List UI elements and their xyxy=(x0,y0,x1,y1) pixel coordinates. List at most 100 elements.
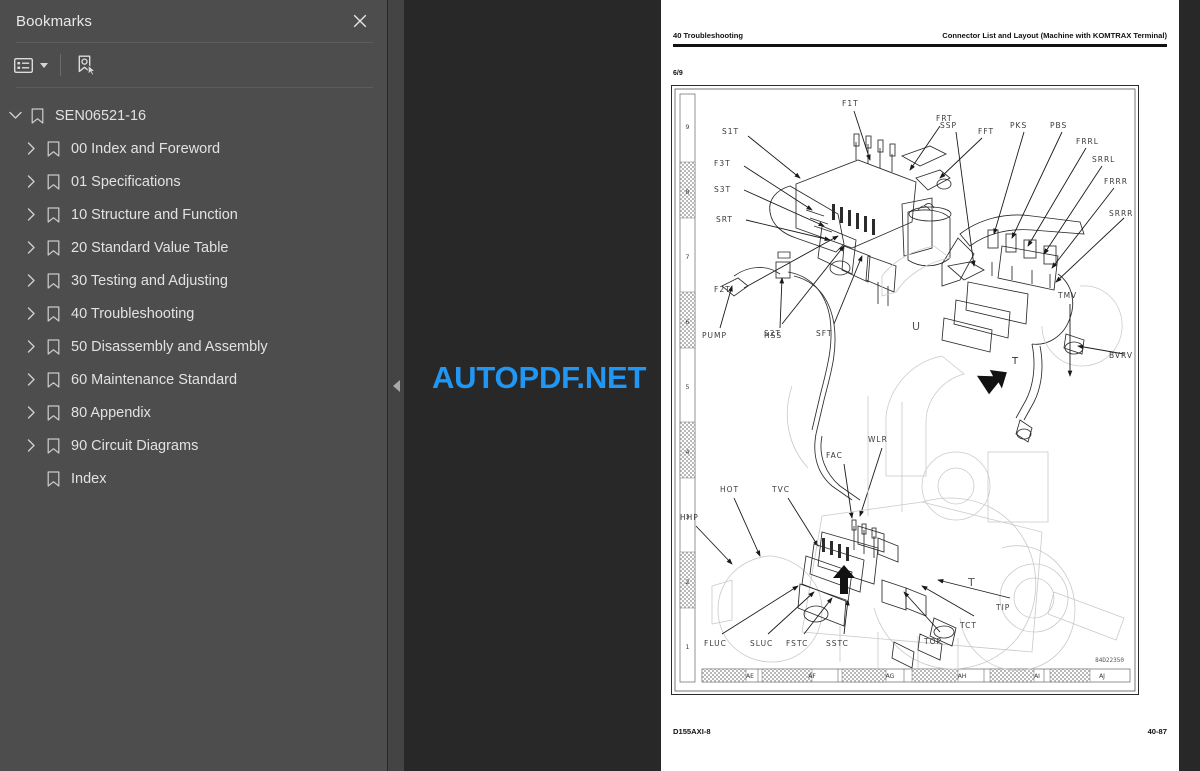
edge-ruler: 9 8 7 6 5 4 3 2 1 xyxy=(679,93,696,683)
bookmark-item-80-appendix[interactable]: 80 Appendix xyxy=(0,396,387,429)
list-options-icon xyxy=(14,57,33,73)
chevron-right-icon[interactable] xyxy=(20,142,42,155)
arrow-t-marker xyxy=(976,370,1007,395)
bookmark-item-00-index-and-foreword[interactable]: 00 Index and Foreword xyxy=(0,132,387,165)
bookmarks-toolbar xyxy=(0,43,387,87)
pdf-page: 40 Troubleshooting Connector List and La… xyxy=(661,0,1179,771)
svg-text:6: 6 xyxy=(685,318,689,326)
bookmark-icon xyxy=(42,371,64,388)
bookmark-item-label: 90 Circuit Diagrams xyxy=(71,437,199,454)
sheet-number: 6/9 xyxy=(673,70,683,77)
svg-text:F3T: F3T xyxy=(714,159,731,168)
svg-text:TOP: TOP xyxy=(923,637,942,646)
bookmark-icon xyxy=(42,305,64,322)
svg-text:PKS: PKS xyxy=(1010,121,1027,130)
toolbar-separator xyxy=(60,54,61,76)
bookmark-icon xyxy=(42,206,64,223)
bookmark-item-label: 60 Maintenance Standard xyxy=(71,371,238,388)
machine-body-ghost xyxy=(711,385,1125,671)
header-rule xyxy=(673,44,1167,47)
svg-text:PUMP: PUMP xyxy=(702,331,727,340)
bookmark-icon xyxy=(42,173,64,190)
svg-text:WLR: WLR xyxy=(868,435,888,444)
bookmark-item-label: 20 Standard Value Table xyxy=(71,239,229,256)
chevron-right-icon[interactable] xyxy=(20,274,42,287)
arrow-up-center xyxy=(833,565,855,594)
bookmark-item-30-testing-and-adjusting[interactable]: 30 Testing and Adjusting xyxy=(0,264,387,297)
bookmark-item-90-circuit-diagrams[interactable]: 90 Circuit Diagrams xyxy=(0,429,387,462)
svg-text:2: 2 xyxy=(685,578,689,586)
chevron-right-icon[interactable] xyxy=(20,406,42,419)
svg-text:4: 4 xyxy=(685,448,689,456)
svg-text:S3T: S3T xyxy=(714,185,731,194)
chevron-right-icon[interactable] xyxy=(20,241,42,254)
svg-text:PBS: PBS xyxy=(1050,121,1067,130)
bookmark-icon xyxy=(26,107,48,124)
svg-text:AJ: AJ xyxy=(1099,673,1105,680)
bookmark-icon xyxy=(42,239,64,256)
bookmark-item-01-specifications[interactable]: 01 Specifications xyxy=(0,165,387,198)
sidebar-header: Bookmarks xyxy=(0,0,387,42)
svg-text:TCT: TCT xyxy=(959,621,977,630)
svg-text:AI: AI xyxy=(1034,673,1040,680)
bottom-index-strip: AE AF AG AH AI AJ xyxy=(701,668,1131,683)
bookmark-options-button[interactable] xyxy=(10,50,52,80)
chevron-right-icon[interactable] xyxy=(20,439,42,452)
close-icon xyxy=(353,14,367,28)
chevron-right-icon[interactable] xyxy=(20,340,42,353)
svg-text:1: 1 xyxy=(685,643,689,651)
bookmark-item-50-disassembly-and-assembly[interactable]: 50 Disassembly and Assembly xyxy=(0,330,387,363)
pdf-page-content: 40 Troubleshooting Connector List and La… xyxy=(661,0,1179,771)
footer-page-number: 40-87 xyxy=(1147,727,1167,736)
svg-text:FLUC: FLUC xyxy=(704,639,727,648)
top-left-leaders xyxy=(743,110,983,325)
bookmark-item-index[interactable]: Index xyxy=(0,462,387,495)
svg-text:FRRL: FRRL xyxy=(1076,137,1099,146)
bookmark-icon xyxy=(42,470,64,487)
chevron-down-icon[interactable] xyxy=(4,111,26,120)
svg-text:8: 8 xyxy=(685,188,689,196)
watermark: AUTOPDF.NET xyxy=(432,360,647,395)
svg-text:AF: AF xyxy=(808,673,816,680)
bookmark-tree: SEN06521-16 00 Index and Foreword 01 Speci… xyxy=(0,88,387,771)
chevron-left-icon xyxy=(392,379,400,392)
svg-text:TVC: TVC xyxy=(771,485,790,494)
svg-text:TIP: TIP xyxy=(995,603,1010,612)
bookmark-item-label: Index xyxy=(71,470,107,487)
pump-hss-assembly xyxy=(721,251,861,501)
chevron-right-icon[interactable] xyxy=(20,373,42,386)
bookmark-item-40-troubleshooting[interactable]: 40 Troubleshooting xyxy=(0,297,387,330)
bookmark-item-label: 80 Appendix xyxy=(71,404,151,421)
bookmark-item-sen06521-16[interactable]: SEN06521-16 xyxy=(0,99,387,132)
svg-text:AE: AE xyxy=(746,673,754,680)
document-running-head: 40 Troubleshooting Connector List and La… xyxy=(673,31,1167,40)
close-button[interactable] xyxy=(347,8,373,34)
bookmark-item-60-maintenance-standard[interactable]: 60 Maintenance Standard xyxy=(0,363,387,396)
sidebar-collapse-handle[interactable] xyxy=(388,0,404,771)
bookmark-item-label: SEN06521-16 xyxy=(55,107,147,124)
bookmark-item-20-standard-value-table[interactable]: 20 Standard Value Table xyxy=(0,231,387,264)
svg-text:BVRV: BVRV xyxy=(1109,351,1133,360)
top-right-assembly xyxy=(941,214,1085,443)
chevron-right-icon[interactable] xyxy=(20,175,42,188)
bookmarks-sidebar: Bookmarks SEN06521-16 00 Index and Forew… xyxy=(0,0,387,771)
chevron-right-icon[interactable] xyxy=(20,307,42,320)
bookmark-pointer-icon xyxy=(78,55,97,76)
svg-text:HHP: HHP xyxy=(680,513,699,522)
svg-text:HSS: HSS xyxy=(764,331,782,340)
svg-text:FFT: FFT xyxy=(978,127,994,136)
svg-text:TMV: TMV xyxy=(1057,291,1077,300)
svg-text:SRRL: SRRL xyxy=(1092,155,1115,164)
new-bookmark-button[interactable] xyxy=(71,50,101,80)
figure-linework: 9 8 7 6 5 4 3 2 1 AE AF AG AH AI AJ S1T … xyxy=(674,88,1136,692)
bookmark-item-10-structure-and-function[interactable]: 10 Structure and Function xyxy=(0,198,387,231)
svg-text:SRT: SRT xyxy=(716,215,733,224)
bookmark-item-label: 01 Specifications xyxy=(71,173,181,190)
section-mark-u: U xyxy=(912,320,920,333)
svg-text:S1T: S1T xyxy=(722,127,739,136)
pdf-viewer-app: Bookmarks SEN06521-16 00 Index and Forew… xyxy=(0,0,1200,771)
svg-text:FSTC: FSTC xyxy=(786,639,808,648)
top-left-valve-assembly xyxy=(769,133,952,306)
chevron-right-icon[interactable] xyxy=(20,208,42,221)
top-left-pins xyxy=(832,204,875,235)
